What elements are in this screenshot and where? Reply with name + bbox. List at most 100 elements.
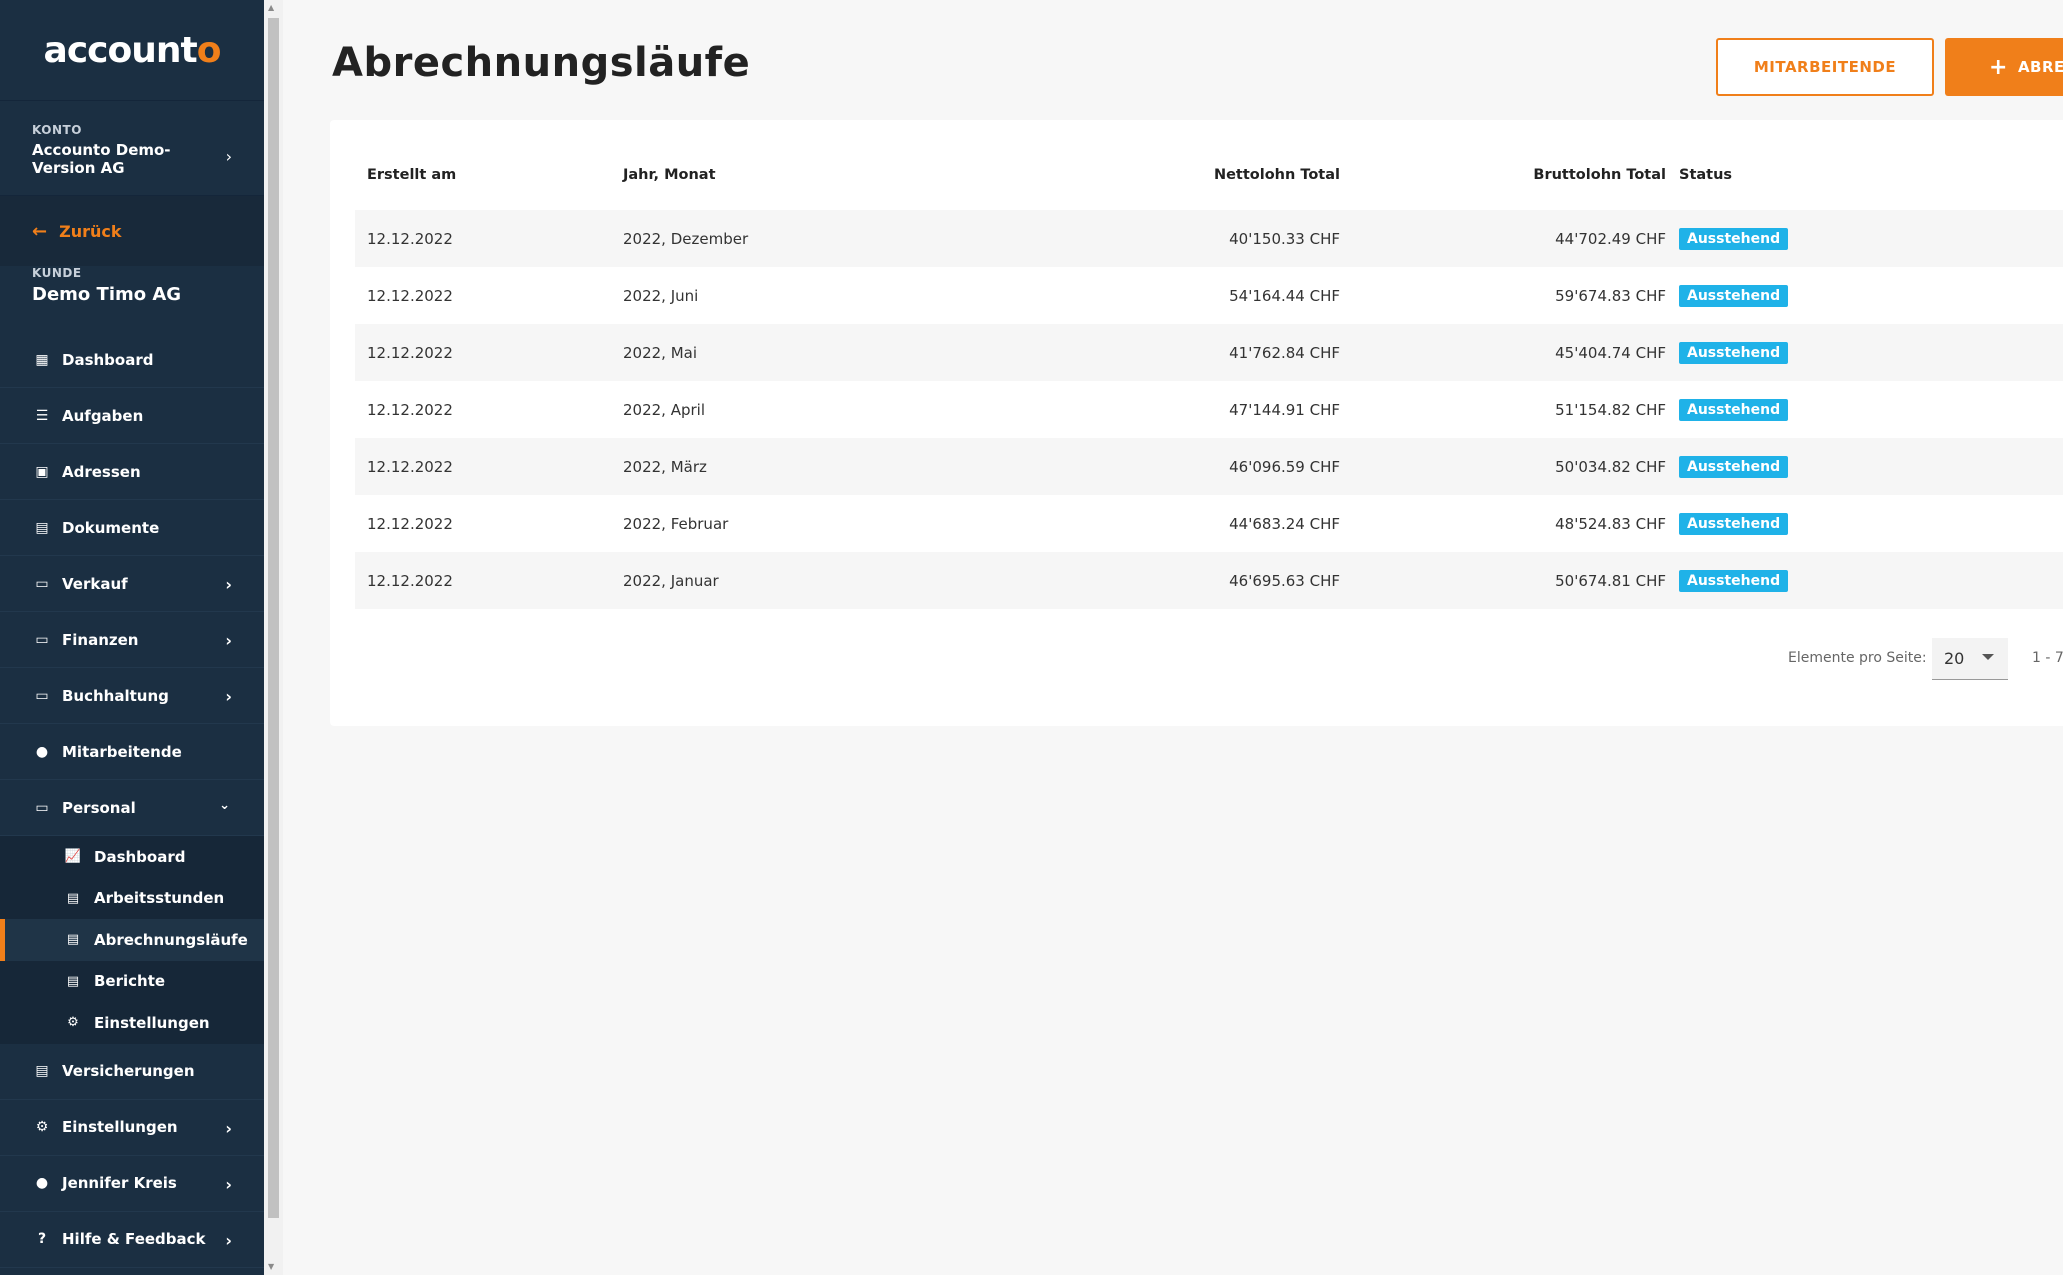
chevron-down-icon: ⌄: [219, 798, 230, 813]
cell-period: 2022, April: [623, 400, 705, 419]
subnav-item-berichte[interactable]: ▤ Berichte: [0, 961, 264, 1003]
gear-icon: ⚙: [67, 1015, 79, 1031]
status-badge: Ausstehend: [1679, 569, 1789, 592]
table-row[interactable]: 12.12.2022 2022, Februar 44'683.24 CHF 4…: [355, 495, 2063, 552]
back-label: Zurück: [59, 221, 122, 241]
cell-created: 12.12.2022: [367, 286, 453, 305]
sidebar-item-einstellungen[interactable]: ⚙ Einstellungen ›: [0, 1100, 264, 1156]
table-row[interactable]: 12.12.2022 2022, März 46'096.59 CHF 50'0…: [355, 438, 2063, 495]
account-switcher[interactable]: KONTO Accounto Demo-Version AG ›: [0, 100, 264, 196]
back-link[interactable]: ← Zurück: [0, 196, 264, 266]
accounto-logo[interactable]: account o: [0, 0, 264, 100]
page-size-value: 20: [1944, 649, 1965, 668]
subnav-item-dashboard[interactable]: 📈 Dashboard: [0, 836, 264, 878]
scroll-down-icon[interactable]: ▼: [268, 1262, 274, 1271]
cell-gross-total: 59'674.83 CHF: [1555, 286, 1666, 305]
cell-period: 2022, Januar: [623, 571, 719, 590]
person-icon: ●: [35, 743, 49, 760]
sidebar-item-verkauf[interactable]: ▭ Verkauf ›: [0, 556, 264, 612]
cell-net-total: 41'762.84 CHF: [1229, 343, 1340, 362]
column-header-net-total[interactable]: Nettolohn Total: [1195, 164, 1340, 186]
employees-button[interactable]: MITARBEITENDE: [1716, 38, 1934, 96]
sidebar-item-label: Mitarbeitende: [62, 742, 182, 761]
sidebar-item-aufgaben[interactable]: ☰ Aufgaben: [0, 388, 264, 444]
chevron-right-icon: ›: [225, 631, 232, 650]
table-row[interactable]: 12.12.2022 2022, Januar 46'695.63 CHF 50…: [355, 552, 2063, 609]
customer-info: KUNDE Demo Timo AG: [0, 266, 264, 332]
sidebar-item-adressen[interactable]: ▣ Adressen: [0, 444, 264, 500]
chevron-right-icon: ›: [225, 1174, 232, 1194]
column-header-period[interactable]: Jahr, Monat: [623, 164, 716, 186]
sidebar-item-label: Verkauf: [62, 574, 128, 593]
pagination-range: 1 - 7 von 7: [2032, 650, 2063, 666]
sidebar-item-label: Versicherungen: [62, 1062, 195, 1080]
column-header-status[interactable]: Status: [1679, 164, 1732, 186]
cell-created: 12.12.2022: [367, 571, 453, 590]
document-icon: ▤: [66, 973, 80, 989]
cell-period: 2022, Februar: [623, 514, 729, 533]
sidebar-item-label: Personal: [62, 798, 136, 817]
document-icon: ▤: [66, 890, 80, 906]
dashboard-icon: ▦: [35, 351, 49, 368]
subnav-item-arbeitsstunden[interactable]: ▤ Arbeitsstunden: [0, 878, 264, 920]
cell-net-total: 40'150.33 CHF: [1229, 229, 1340, 248]
customer-caption: KUNDE: [32, 266, 82, 280]
sidebar-item-mitarbeitende[interactable]: ● Mitarbeitende: [0, 724, 264, 780]
cell-created: 12.12.2022: [367, 229, 453, 248]
subnav-item-einstellungen[interactable]: ⚙ Einstellungen: [0, 1002, 264, 1044]
cell-period: 2022, Juni: [623, 286, 699, 305]
cell-net-total: 47'144.91 CHF: [1229, 400, 1340, 419]
cell-status: Ausstehend: [1679, 495, 1789, 552]
cell-net-total: 46'695.63 CHF: [1229, 571, 1340, 590]
sidebar-item-help[interactable]: ? Hilfe & Feedback ›: [0, 1212, 264, 1268]
chevron-right-icon: ›: [225, 147, 232, 166]
cell-created: 12.12.2022: [367, 343, 453, 362]
sidebar-item-label: Finanzen: [62, 630, 139, 649]
new-payroll-run-button[interactable]: + ABRECHNUNGSLAUF: [1945, 38, 2063, 96]
tasks-icon: ☰: [35, 407, 49, 424]
new-payroll-run-label: ABRECHNUNGSLAUF: [2017, 58, 2063, 76]
sidebar-item-label: Hilfe & Feedback: [62, 1230, 206, 1248]
dropdown-caret-icon: [1982, 654, 1994, 660]
cell-gross-total: 50'674.81 CHF: [1555, 571, 1666, 590]
table-row[interactable]: 12.12.2022 2022, April 47'144.91 CHF 51'…: [355, 381, 2063, 438]
chevron-right-icon: ›: [225, 687, 232, 706]
cell-gross-total: 44'702.49 CHF: [1555, 229, 1666, 248]
table-row[interactable]: 12.12.2022 2022, Dezember 40'150.33 CHF …: [355, 210, 2063, 267]
sidebar-item-personal[interactable]: ▭ Personal ⌄: [0, 780, 264, 836]
cell-gross-total: 48'524.83 CHF: [1555, 514, 1666, 533]
sidebar-item-versicherungen[interactable]: ▤ Versicherungen: [0, 1044, 264, 1100]
sidebar-item-dashboard[interactable]: ▦ Dashboard: [0, 332, 264, 388]
status-badge: Ausstehend: [1679, 284, 1789, 307]
cell-status: Ausstehend: [1679, 381, 1789, 438]
sidebar-item-buchhaltung[interactable]: ▭ Buchhaltung ›: [0, 668, 264, 724]
table-row[interactable]: 12.12.2022 2022, Juni 54'164.44 CHF 59'6…: [355, 267, 2063, 324]
scrollbar-thumb[interactable]: [268, 18, 279, 1218]
column-header-gross-total[interactable]: Bruttolohn Total: [1470, 164, 1666, 186]
cell-status: Ausstehend: [1679, 552, 1789, 609]
sidebar-item-label: Dokumente: [62, 518, 160, 537]
table-row[interactable]: 12.12.2022 2022, Mai 41'762.84 CHF 45'40…: [355, 324, 2063, 381]
sidebar-item-finanzen[interactable]: ▭ Finanzen ›: [0, 612, 264, 668]
finance-icon: ▭: [35, 631, 49, 648]
account-caption: KONTO: [32, 123, 82, 137]
cell-status: Ausstehend: [1679, 210, 1789, 267]
cell-period: 2022, Dezember: [623, 229, 749, 248]
sidebar-scrollbar[interactable]: ▲ ▼: [264, 0, 283, 1275]
cell-status: Ausstehend: [1679, 267, 1789, 324]
column-header-created[interactable]: Erstellt am: [367, 164, 456, 186]
sidebar-item-dokumente[interactable]: ▤ Dokumente: [0, 500, 264, 556]
cell-created: 12.12.2022: [367, 457, 453, 476]
chevron-right-icon: ›: [225, 1230, 232, 1250]
arrow-left-icon: ←: [32, 220, 48, 242]
sales-icon: ▭: [35, 575, 49, 592]
subnav-item-abrechnungslaeufe[interactable]: ▤ Abrechnungsläufe: [0, 919, 264, 961]
sidebar-item-user[interactable]: ● Jennifer Kreis ›: [0, 1156, 264, 1212]
cell-period: 2022, Mai: [623, 343, 698, 362]
logo-accent-text: o: [196, 29, 222, 71]
sidebar-item-label: Aufgaben: [62, 406, 144, 425]
scroll-up-icon[interactable]: ▲: [268, 3, 274, 12]
cell-net-total: 54'164.44 CHF: [1229, 286, 1340, 305]
chevron-right-icon: ›: [225, 575, 232, 594]
page-size-select[interactable]: 20: [1932, 638, 2008, 680]
